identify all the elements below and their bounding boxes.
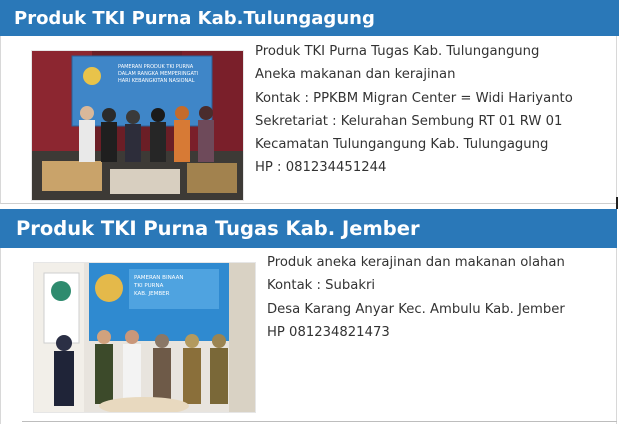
product-photo[interactable]: PAMERAN PRODUK TKI PURNA DALAM RANGKA ME… bbox=[32, 51, 243, 200]
banner-line: PAMERAN BINAAN bbox=[134, 275, 183, 281]
info-line: HP 081234821473 bbox=[267, 324, 390, 340]
banner-line: DALAM RANGKA MEMPERINGATI bbox=[118, 71, 198, 77]
exhibition-photo-icon: PAMERAN BINAAN TKI PURNA KAB. JEMBER bbox=[34, 263, 255, 412]
section-jember: Produk TKI Purna Tugas Kab. Jember PAMER… bbox=[0, 209, 619, 424]
product-info: Produk TKI Purna Tugas Kab. Tulungangung… bbox=[255, 40, 573, 180]
exhibition-photo-icon: PAMERAN PRODUK TKI PURNA DALAM RANGKA ME… bbox=[32, 51, 243, 200]
info-line: Aneka makanan dan kerajinan bbox=[255, 67, 456, 83]
section-tulungagung: Produk TKI Purna Kab.Tulungagung PAMERAN… bbox=[0, 0, 619, 205]
banner-line: PAMERAN PRODUK TKI PURNA bbox=[118, 64, 194, 70]
info-line: Produk aneka kerajinan dan makanan olaha… bbox=[267, 255, 565, 270]
section-title: Produk TKI Purna Kab.Tulungagung bbox=[0, 0, 619, 36]
divider bbox=[22, 421, 617, 422]
product-card: PAMERAN PRODUK TKI PURNA DALAM RANGKA ME… bbox=[0, 36, 617, 204]
product-card: PAMERAN BINAAN TKI PURNA KAB. JEMBER Pro… bbox=[0, 248, 617, 424]
banner-line: TKI PURNA bbox=[133, 283, 164, 289]
info-line: Produk TKI Purna Tugas Kab. Tulungangung bbox=[255, 44, 540, 59]
banner-line: HARI KEBANGKITAN NASIONAL bbox=[118, 78, 195, 84]
scroll-edge-marker bbox=[616, 197, 618, 209]
info-line: HP : 081234451244 bbox=[255, 160, 387, 176]
product-photo[interactable]: PAMERAN BINAAN TKI PURNA KAB. JEMBER bbox=[34, 263, 255, 412]
section-title: Produk TKI Purna Tugas Kab. Jember bbox=[0, 209, 617, 248]
info-line: Sekretariat : Kelurahan Sembung RT 01 RW… bbox=[255, 113, 563, 129]
banner-line: KAB. JEMBER bbox=[134, 291, 170, 297]
info-line: Kecamatan Tulungangung Kab. Tulungagung bbox=[255, 137, 549, 153]
info-line: Kontak : Subakri bbox=[267, 278, 376, 294]
info-line: Desa Karang Anyar Kec. Ambulu Kab. Jembe… bbox=[267, 301, 565, 317]
product-info: Produk aneka kerajinan dan makanan olaha… bbox=[267, 251, 565, 344]
info-line: Kontak : PPKBM Migran Center = Widi Hari… bbox=[255, 90, 573, 106]
